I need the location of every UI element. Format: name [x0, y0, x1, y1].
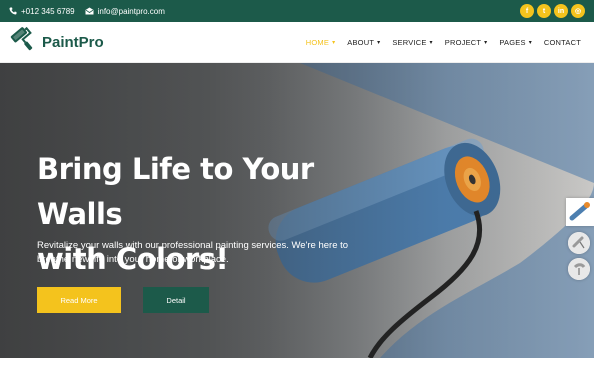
paint-roller-logo-icon: [7, 25, 37, 60]
brand-logo[interactable]: PaintPro: [7, 25, 104, 60]
envelope-icon: [85, 7, 94, 15]
detail-button[interactable]: Detail: [143, 287, 209, 313]
brand-name: PaintPro: [42, 33, 104, 51]
nav-item-about[interactable]: ABOUT ▾: [341, 22, 386, 62]
email-text: info@paintpro.com: [97, 6, 165, 16]
phone-contact[interactable]: +012 345 6789: [9, 7, 75, 16]
linkedin-icon[interactable]: in: [554, 4, 568, 18]
brush-tool-icon[interactable]: [568, 258, 590, 280]
hero-subtitle: Revitalize your walls with our professio…: [37, 240, 349, 265]
email-contact[interactable]: info@paintpro.com: [85, 7, 165, 16]
nav-menu: HOME ▾ ABOUT ▾ SERVICE ▾ PROJECT ▾ PAGES…: [300, 22, 587, 62]
chevron-down-icon: ▾: [429, 39, 433, 46]
nav-item-label: ABOUT: [347, 37, 375, 47]
phone-text: +012 345 6789: [21, 6, 75, 16]
facebook-icon[interactable]: f: [520, 4, 534, 18]
chevron-down-icon: ▾: [484, 39, 488, 46]
hero-carousel: Bring Life to Your Walls with Colors! Re…: [0, 63, 594, 358]
nav-item-label: PAGES: [499, 37, 526, 47]
phone-icon: [9, 7, 17, 15]
nav-item-pages[interactable]: PAGES ▾: [493, 22, 538, 62]
top-bar: +012 345 6789 info@paintpro.com f t in ◎: [0, 0, 594, 22]
nav-item-project[interactable]: PROJECT ▾: [439, 22, 494, 62]
nav-item-service[interactable]: SERVICE ▾: [386, 22, 438, 62]
twitter-icon[interactable]: t: [537, 4, 551, 18]
main-navbar: PaintPro HOME ▾ ABOUT ▾ SERVICE ▾ PROJEC…: [0, 22, 594, 63]
chevron-down-icon: ▾: [528, 39, 532, 46]
instagram-icon[interactable]: ◎: [571, 4, 585, 18]
nav-item-label: HOME: [305, 37, 330, 47]
nav-item-label: CONTACT: [543, 37, 581, 47]
chevron-down-icon: ▾: [377, 39, 381, 46]
social-links: f t in ◎: [520, 4, 585, 18]
nav-item-label: SERVICE: [392, 37, 427, 47]
nav-item-home[interactable]: HOME ▾: [300, 22, 342, 62]
hero-title-line-1: Bring Life to Your Walls: [37, 152, 314, 231]
nav-item-label: PROJECT: [444, 37, 482, 47]
paint-thumbnail-icon[interactable]: [566, 198, 594, 226]
roller-tool-icon[interactable]: [568, 232, 590, 254]
read-more-button[interactable]: Read More: [37, 287, 121, 313]
nav-item-contact[interactable]: CONTACT: [538, 22, 587, 62]
page-bottom: [0, 358, 594, 371]
chevron-down-icon: ▾: [332, 39, 336, 46]
